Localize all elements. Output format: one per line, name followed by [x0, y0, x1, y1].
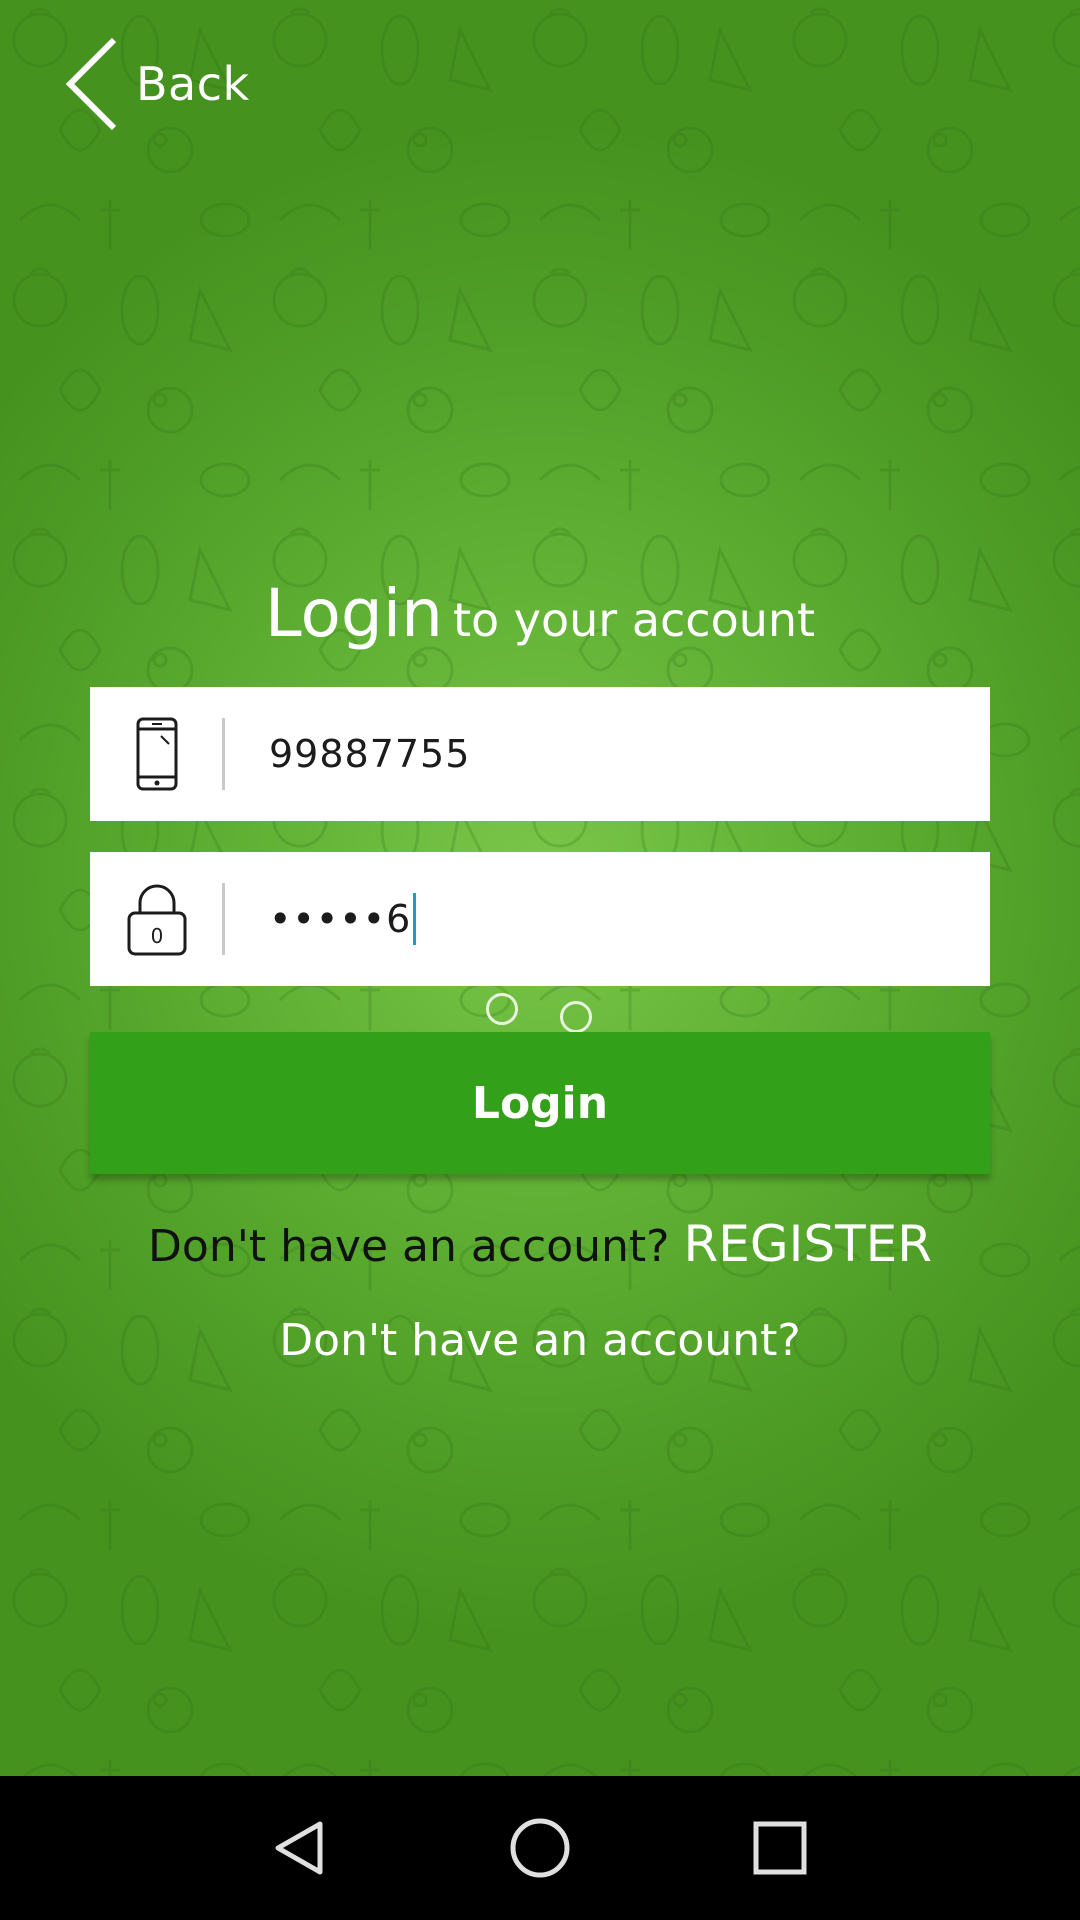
back-label: Back: [136, 57, 250, 111]
register-prompt: Don't have an account?: [148, 1221, 670, 1272]
nav-back-icon: [275, 1821, 323, 1875]
register-link[interactable]: REGISTER: [684, 1215, 932, 1273]
nav-back-button[interactable]: [228, 1776, 372, 1920]
phone-field[interactable]: 99887755: [90, 687, 990, 821]
login-button[interactable]: Login: [90, 1032, 990, 1174]
nav-recents-icon: [753, 1821, 807, 1875]
svg-text:0: 0: [151, 924, 164, 948]
password-text: •••••6: [269, 897, 412, 941]
field-divider: [222, 883, 225, 955]
login-screen: Back Login to your account 99887755 0 ••…: [0, 0, 1080, 1776]
screen: Back Login to your account 99887755 0 ••…: [0, 0, 1080, 1920]
system-navigation-bar: [0, 1776, 1080, 1920]
chevron-left-icon: [65, 37, 117, 131]
secondary-register-prompt[interactable]: Don't have an account?: [0, 1315, 1080, 1366]
lock-icon: 0: [92, 852, 222, 986]
title-sub: to your account: [452, 593, 816, 647]
smartphone-icon: [92, 687, 222, 821]
title-main: Login: [264, 575, 443, 652]
text-caret: [413, 893, 417, 945]
register-row: Don't have an account? REGISTER: [0, 1215, 1080, 1273]
touch-indicator: [560, 1001, 592, 1033]
field-divider: [222, 718, 225, 790]
back-button[interactable]: Back: [62, 36, 250, 132]
password-input-value[interactable]: •••••6: [269, 893, 417, 945]
nav-home-icon: [510, 1818, 570, 1878]
nav-recents-button[interactable]: [708, 1776, 852, 1920]
phone-input-value[interactable]: 99887755: [269, 732, 470, 776]
page-title: Login to your account: [0, 575, 1080, 652]
password-field[interactable]: 0 •••••6: [90, 852, 990, 986]
touch-indicator: [486, 993, 518, 1025]
nav-home-button[interactable]: [468, 1776, 612, 1920]
